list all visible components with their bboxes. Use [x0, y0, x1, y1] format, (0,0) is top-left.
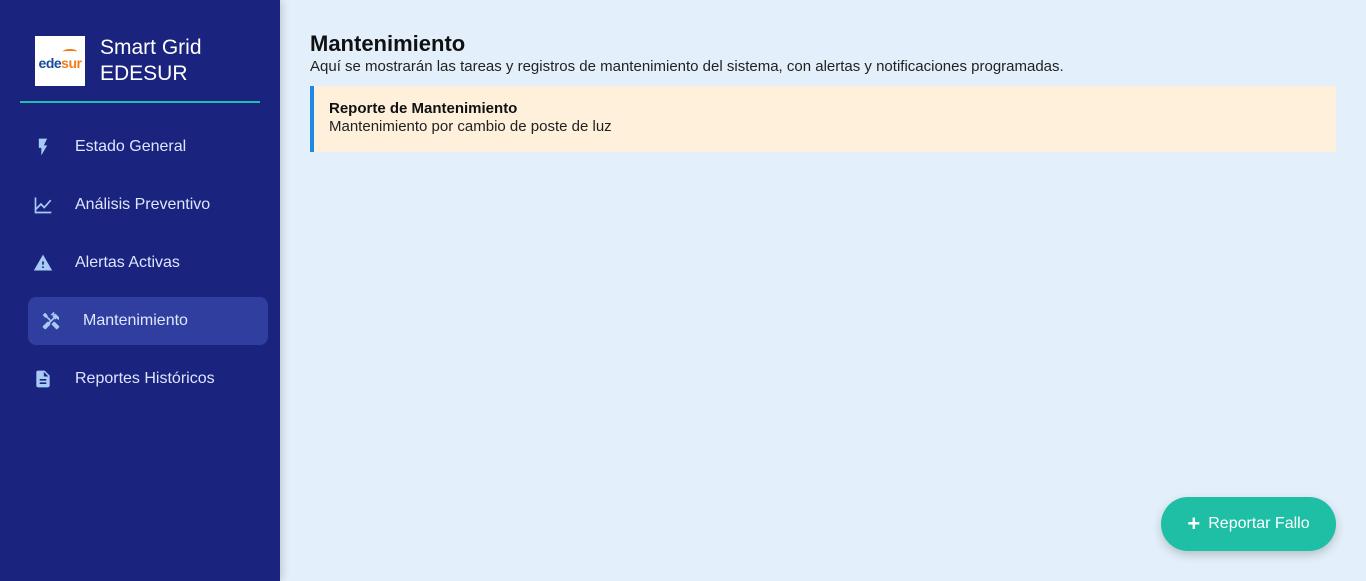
sidebar-item-label: Análisis Preventivo [75, 196, 211, 213]
sidebar: edesur Smart Grid EDESUR Estado General … [0, 0, 280, 581]
card-body: Mantenimiento por cambio de poste de luz [329, 118, 612, 135]
logo-text: edesur [38, 54, 82, 71]
sidebar-item-alertas-activas[interactable]: Alertas Activas [28, 239, 268, 287]
edesur-logo: edesur [35, 35, 85, 86]
report-fault-button[interactable]: + Reportar Fallo [1161, 497, 1336, 551]
brand-divider [20, 101, 260, 103]
brand: edesur Smart Grid EDESUR [35, 35, 260, 86]
tools-icon [40, 310, 62, 332]
brand-title: Smart Grid EDESUR [100, 35, 202, 87]
page-description: Aquí se mostrarán las tareas y registros… [310, 58, 1064, 75]
brand-title-line1: Smart Grid [100, 35, 202, 59]
sidebar-item-estado-general[interactable]: Estado General [28, 123, 268, 171]
card-title: Reporte de Mantenimiento [329, 100, 518, 117]
sidebar-item-label: Alertas Activas [75, 254, 180, 271]
sidebar-item-reportes-historicos[interactable]: Reportes Históricos [28, 355, 268, 403]
document-icon [32, 368, 54, 390]
sidebar-item-label: Mantenimiento [83, 312, 188, 329]
app-root: edesur Smart Grid EDESUR Estado General … [0, 0, 1366, 581]
sidebar-item-analisis-preventivo[interactable]: Análisis Preventivo [28, 181, 268, 229]
sidebar-item-mantenimiento[interactable]: Mantenimiento [28, 297, 268, 345]
logo-swoosh-icon [63, 48, 77, 54]
plus-icon: + [1187, 511, 1201, 536]
sidebar-item-label: Estado General [75, 138, 187, 155]
maintenance-report-card[interactable]: Reporte de Mantenimiento Mantenimiento p… [310, 86, 1336, 152]
brand-title-line2: EDESUR [100, 61, 188, 85]
sidebar-item-label: Reportes Históricos [75, 370, 215, 387]
page-title: Mantenimiento [310, 31, 466, 56]
report-fault-label: Reportar Fallo [1208, 515, 1310, 532]
line-chart-icon [32, 194, 54, 216]
bolt-icon [32, 136, 54, 158]
warning-icon [32, 252, 54, 274]
main-content: Mantenimiento Aquí se mostrarán las tare… [280, 0, 1366, 581]
sidebar-nav: Estado General Análisis Preventivo Alert… [0, 123, 280, 403]
